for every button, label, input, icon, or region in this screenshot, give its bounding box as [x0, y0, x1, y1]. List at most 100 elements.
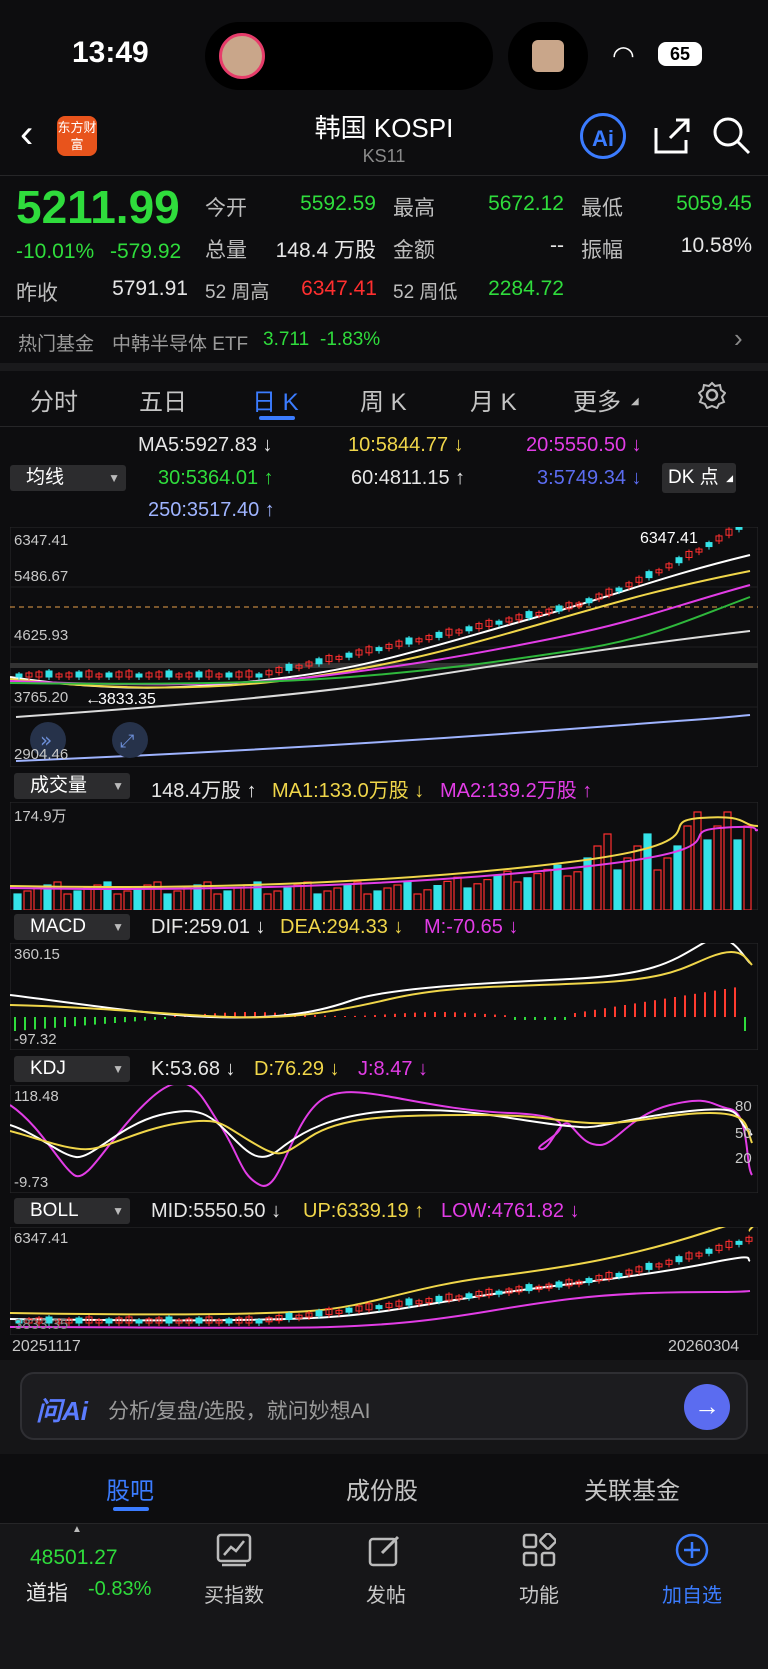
boll-chart[interactable] — [10, 1227, 758, 1335]
ma20-value: 20:5550.50 ↓ — [526, 434, 642, 456]
volume-bar — [743, 825, 752, 910]
candle — [435, 1295, 443, 1302]
volume-bar — [363, 893, 372, 910]
macd-bar — [384, 1014, 386, 1017]
kdj-d: D:76.29 ↓ — [254, 1058, 340, 1080]
min-arrow: ← — [85, 691, 101, 708]
candle — [165, 670, 173, 678]
volume-bar — [233, 887, 242, 910]
tab-more[interactable]: 更多 — [573, 382, 621, 417]
buy-index-label[interactable]: 买指数 — [174, 1579, 294, 1608]
volume-bar — [603, 833, 612, 910]
dk-point-label: DK 点 — [668, 467, 719, 488]
share-icon[interactable] — [652, 116, 692, 156]
grid-apps-icon[interactable] — [522, 1533, 556, 1567]
caret-icon: ◢ — [726, 473, 733, 483]
candle — [465, 1293, 473, 1299]
volume-bar — [73, 890, 82, 910]
macd-bar — [734, 987, 736, 1017]
tab-monthly-k[interactable]: 月 K — [470, 382, 517, 417]
kdj-selector[interactable]: KDJ ▼ — [14, 1056, 130, 1082]
dow-value[interactable]: 48501.27 — [30, 1546, 118, 1570]
ask-ai-brand: 问Ai — [36, 1396, 89, 1426]
macd-bar — [434, 1012, 436, 1017]
gear-icon[interactable] — [698, 381, 726, 409]
kline-chart[interactable]: » ⤢ — [10, 527, 758, 767]
macd-selector-label: MACD — [30, 916, 86, 937]
macd-selector[interactable]: MACD ▼ — [14, 914, 130, 940]
dk-point-button[interactable]: DK 点 ◢ — [662, 463, 736, 493]
macd-bar — [404, 1013, 406, 1017]
macd-bar — [444, 1012, 446, 1017]
price-axis-2: 5486.67 — [14, 568, 69, 585]
volume-bar — [443, 880, 452, 910]
candle — [315, 658, 323, 665]
macd-chart[interactable] — [10, 943, 758, 1050]
candle — [375, 647, 383, 652]
price-axis-bottom: 2904.46 — [14, 746, 69, 763]
tab-constituents[interactable]: 成份股 — [346, 1471, 418, 1506]
post-label[interactable]: 发帖 — [326, 1579, 446, 1608]
boll-selector[interactable]: BOLL ▼ — [14, 1198, 130, 1224]
volume-bar — [263, 893, 272, 910]
macd-m: M:-70.65 ↓ — [424, 916, 519, 938]
functions-label[interactable]: 功能 — [479, 1579, 599, 1608]
candle — [195, 671, 203, 678]
price-axis-4: 3765.20 — [14, 689, 69, 706]
macd-bar — [494, 1014, 496, 1017]
send-arrow-icon[interactable]: → — [684, 1384, 730, 1430]
tab-daily-k[interactable]: 日 K — [252, 382, 299, 417]
open-value: 5592.59 — [300, 192, 376, 215]
hot-fund-row[interactable]: 热门基金 中韩半导体 ETF 3.711 -1.83% › — [0, 317, 768, 363]
macd-bar — [564, 1017, 566, 1020]
tab-weekly-k[interactable]: 周 K — [360, 382, 407, 417]
low-value: 5059.45 — [676, 192, 752, 215]
search-icon[interactable] — [712, 116, 752, 156]
dow-label[interactable]: 道指 — [26, 1577, 68, 1607]
tab-guba[interactable]: 股吧 — [106, 1471, 154, 1506]
macd-bar — [94, 1017, 96, 1025]
high-value: 5672.12 — [488, 192, 564, 215]
ma5-value: MA5:5927.83 ↓ — [138, 434, 273, 456]
macd-bar — [664, 998, 666, 1017]
volume-selector[interactable]: 成交量 ▼ — [14, 773, 130, 799]
candle — [705, 542, 713, 548]
chart-trend-icon[interactable] — [216, 1533, 252, 1567]
low-label: 最低 — [581, 197, 623, 220]
candle — [375, 1305, 383, 1310]
dow-change[interactable]: -0.83% — [88, 1578, 151, 1601]
tab-related-funds[interactable]: 关联基金 — [584, 1471, 680, 1506]
candle — [555, 1281, 563, 1288]
volume-bar — [563, 875, 572, 910]
volume-bar — [663, 857, 672, 910]
add-watchlist-label[interactable]: 加自选 — [632, 1579, 752, 1608]
candle — [105, 672, 113, 678]
candle — [735, 527, 743, 530]
macd-bar — [454, 1012, 456, 1017]
kdj-chart[interactable] — [10, 1085, 758, 1193]
edit-post-icon[interactable] — [368, 1533, 402, 1567]
tab-intraday[interactable]: 分时 — [30, 382, 78, 417]
macd-bar — [674, 997, 676, 1017]
ask-ai-input[interactable]: 问Ai 分析/复盘/选股，就问妙想AI → — [20, 1372, 748, 1440]
ai-button[interactable]: Ai — [580, 113, 626, 159]
section-gap — [0, 363, 768, 371]
volume-chart[interactable] — [10, 802, 758, 910]
volume-bar — [713, 825, 722, 910]
candle — [165, 1316, 173, 1324]
volume-bar — [323, 890, 332, 910]
volume-bar — [173, 890, 182, 910]
candle — [615, 1272, 623, 1277]
boll-axis-top: 6347.41 — [14, 1230, 69, 1247]
ma-selector[interactable]: 均线 ▼ — [10, 465, 126, 491]
volume-bar — [123, 890, 132, 910]
macd-bar — [644, 1001, 646, 1017]
volume-bar — [493, 874, 502, 910]
w52-high-label: 52 周高 — [205, 282, 270, 303]
candle — [255, 673, 263, 678]
macd-bar — [534, 1017, 536, 1020]
chevron-right-icon: › — [734, 323, 743, 353]
add-watchlist-icon[interactable] — [674, 1532, 710, 1568]
tab-five-day[interactable]: 五日 — [139, 382, 187, 417]
avatar-small — [532, 40, 564, 72]
